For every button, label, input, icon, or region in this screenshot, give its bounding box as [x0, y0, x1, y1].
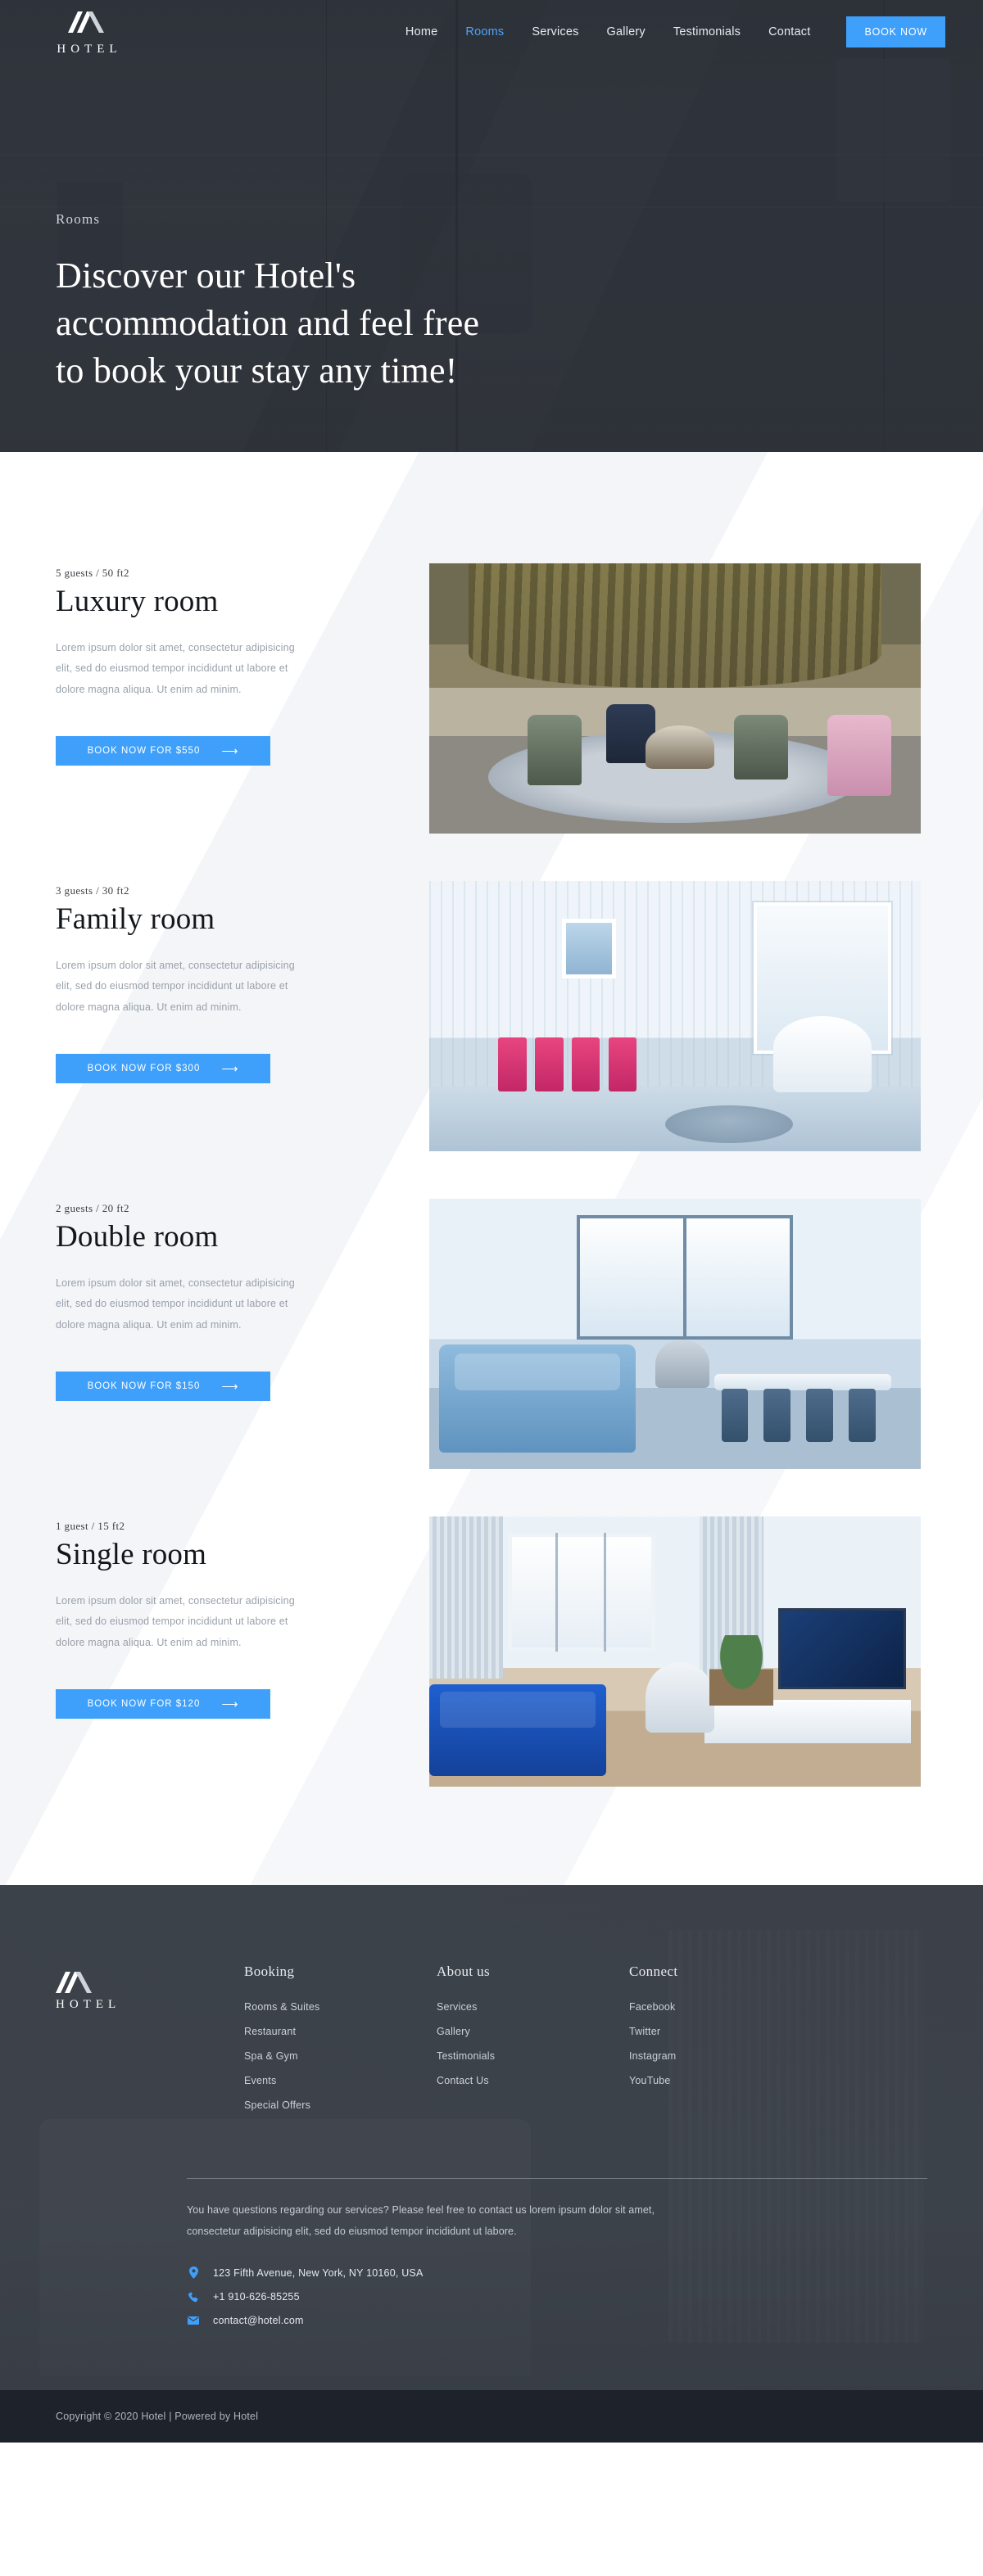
- brand-name: HOTEL: [57, 42, 122, 56]
- nav-item-contact[interactable]: Contact: [768, 25, 810, 38]
- book-now-button[interactable]: BOOK NOW: [846, 16, 945, 47]
- room-description: Lorem ipsum dolor sit amet, consectetur …: [56, 959, 295, 1013]
- room-card-double: 2 guests / 20 ft2 Double room Lorem ipsu…: [0, 1199, 983, 1469]
- footer-column-heading: About us: [437, 1964, 491, 1979]
- arrow-right-icon: ⟶: [221, 744, 239, 758]
- footer-link-twitter[interactable]: Twitter: [629, 2026, 677, 2037]
- footer-brand-name: HOTEL: [56, 1998, 121, 2011]
- room-info: 2 guests / 20 ft2 Double room Lorem ipsu…: [56, 1199, 408, 1402]
- footer-link-rooms-suites[interactable]: Rooms & Suites: [244, 2001, 437, 2013]
- room-photo-single: [429, 1516, 921, 1787]
- arrow-right-icon: ⟶: [221, 1697, 239, 1711]
- hero-content: Rooms Discover our Hotel's accommodation…: [0, 64, 983, 395]
- room-title: Luxury room: [56, 585, 219, 618]
- room-title: Double room: [56, 1220, 219, 1254]
- footer-link-special-offers[interactable]: Special Offers: [244, 2099, 437, 2111]
- nav-item-rooms[interactable]: Rooms: [465, 25, 504, 38]
- footer-link-restaurant[interactable]: Restaurant: [244, 2026, 437, 2037]
- room-title: Single room: [56, 1538, 207, 1571]
- room-meta: 2 guests / 20 ft2: [56, 1202, 129, 1214]
- room-card-single: 1 guest / 15 ft2 Single room Lorem ipsum…: [0, 1516, 983, 1787]
- room-title: Family room: [56, 902, 215, 936]
- envelope-icon: [187, 2316, 200, 2325]
- room-photo-double: [429, 1199, 921, 1469]
- hero-title-line-3: to book your stay any time!: [56, 350, 458, 391]
- arrow-right-icon: ⟶: [221, 1062, 239, 1076]
- site-footer: HOTEL Booking Rooms & Suites Restaurant …: [0, 1885, 983, 2443]
- copyright-text: Copyright © 2020 Hotel | Powered by Hote…: [56, 2411, 259, 2423]
- room-photo-family: [429, 881, 921, 1151]
- mountain-logo-icon: [68, 8, 106, 37]
- footer-content: HOTEL Booking Rooms & Suites Restaurant …: [56, 1964, 927, 2326]
- room-photo-luxury: [429, 563, 921, 834]
- footer-column-heading: Connect: [629, 1964, 678, 1979]
- hero-title-line-1: Discover our Hotel's: [56, 255, 356, 296]
- nav-item-home[interactable]: Home: [405, 25, 437, 38]
- brand-logo[interactable]: HOTEL: [38, 8, 136, 56]
- footer-columns: HOTEL Booking Rooms & Suites Restaurant …: [56, 1964, 927, 2124]
- phone-icon: [187, 2292, 200, 2303]
- page-root: HOTEL Home Rooms Services Gallery Testim…: [0, 0, 983, 2443]
- room-description: Lorem ipsum dolor sit amet, consectetur …: [56, 641, 295, 695]
- room-info: 5 guests / 50 ft2 Luxury room Lorem ipsu…: [56, 563, 408, 766]
- contact-phone: +1 910-626-85255: [187, 2291, 927, 2303]
- book-room-label: BOOK NOW FOR $300: [87, 1064, 201, 1074]
- book-room-button[interactable]: BOOK NOW FOR $550 ⟶: [56, 736, 270, 766]
- nav-item-testimonials[interactable]: Testimonials: [673, 25, 741, 38]
- contact-phone-text: +1 910-626-85255: [213, 2291, 300, 2303]
- room-meta: 5 guests / 50 ft2: [56, 567, 129, 579]
- hero-section: HOTEL Home Rooms Services Gallery Testim…: [0, 0, 983, 452]
- footer-link-events[interactable]: Events: [244, 2075, 437, 2086]
- location-pin-icon: [187, 2266, 200, 2280]
- book-room-label: BOOK NOW FOR $550: [87, 746, 201, 757]
- footer-link-instagram[interactable]: Instagram: [629, 2050, 677, 2062]
- footer-column-booking: Booking Rooms & Suites Restaurant Spa & …: [244, 1964, 437, 2124]
- contact-address-text: 123 Fifth Avenue, New York, NY 10160, US…: [213, 2266, 424, 2279]
- room-meta: 3 guests / 30 ft2: [56, 884, 129, 897]
- footer-divider: [187, 2178, 927, 2179]
- book-room-button[interactable]: BOOK NOW FOR $120 ⟶: [56, 1689, 270, 1720]
- breadcrumb: Rooms: [56, 211, 101, 227]
- book-room-button[interactable]: BOOK NOW FOR $300 ⟶: [56, 1054, 270, 1084]
- footer-link-gallery[interactable]: Gallery: [437, 2026, 629, 2037]
- footer-brand[interactable]: HOTEL: [56, 1964, 244, 2012]
- footer-link-facebook[interactable]: Facebook: [629, 2001, 677, 2013]
- rooms-section: 5 guests / 50 ft2 Luxury room Lorem ipsu…: [0, 452, 983, 1885]
- footer-link-testimonials[interactable]: Testimonials: [437, 2050, 629, 2062]
- main-navigation: HOTEL Home Rooms Services Gallery Testim…: [0, 0, 983, 64]
- room-description: Lorem ipsum dolor sit amet, consectetur …: [56, 1594, 295, 1648]
- footer-link-youtube[interactable]: YouTube: [629, 2075, 677, 2086]
- footer-column-heading: Booking: [244, 1964, 295, 1979]
- nav-item-gallery[interactable]: Gallery: [607, 25, 646, 38]
- mountain-logo-icon: [56, 1968, 244, 1997]
- room-info: 1 guest / 15 ft2 Single room Lorem ipsum…: [56, 1516, 408, 1720]
- contact-address: 123 Fifth Avenue, New York, NY 10160, US…: [187, 2266, 927, 2280]
- nav-links: Home Rooms Services Gallery Testimonials…: [405, 16, 945, 47]
- contact-email: contact@hotel.com: [187, 2315, 927, 2326]
- page-title: Discover our Hotel's accommodation and f…: [56, 252, 983, 395]
- footer-column-about: About us Services Gallery Testimonials C…: [437, 1964, 629, 2099]
- arrow-right-icon: ⟶: [221, 1380, 239, 1394]
- hero-title-line-2: accommodation and feel free: [56, 303, 480, 344]
- book-room-label: BOOK NOW FOR $150: [87, 1381, 201, 1392]
- footer-link-services[interactable]: Services: [437, 2001, 629, 2013]
- room-meta: 1 guest / 15 ft2: [56, 1520, 125, 1532]
- footer-column-connect: Connect Facebook Twitter Instagram YouTu…: [629, 1964, 677, 2099]
- footer-note: You have questions regarding our service…: [187, 2204, 655, 2237]
- room-info: 3 guests / 30 ft2 Family room Lorem ipsu…: [56, 881, 408, 1084]
- room-card-family: 3 guests / 30 ft2 Family room Lorem ipsu…: [0, 881, 983, 1151]
- room-description: Lorem ipsum dolor sit amet, consectetur …: [56, 1277, 295, 1331]
- footer-link-contact-us[interactable]: Contact Us: [437, 2075, 629, 2086]
- book-room-label: BOOK NOW FOR $120: [87, 1699, 201, 1710]
- book-room-button[interactable]: BOOK NOW FOR $150 ⟶: [56, 1372, 270, 1402]
- footer-link-spa-gym[interactable]: Spa & Gym: [244, 2050, 437, 2062]
- footer-contacts: 123 Fifth Avenue, New York, NY 10160, US…: [187, 2266, 927, 2326]
- contact-email-text: contact@hotel.com: [213, 2315, 304, 2327]
- copyright-bar: Copyright © 2020 Hotel | Powered by Hote…: [0, 2390, 983, 2443]
- room-card-luxury: 5 guests / 50 ft2 Luxury room Lorem ipsu…: [0, 563, 983, 834]
- nav-item-services[interactable]: Services: [532, 25, 578, 38]
